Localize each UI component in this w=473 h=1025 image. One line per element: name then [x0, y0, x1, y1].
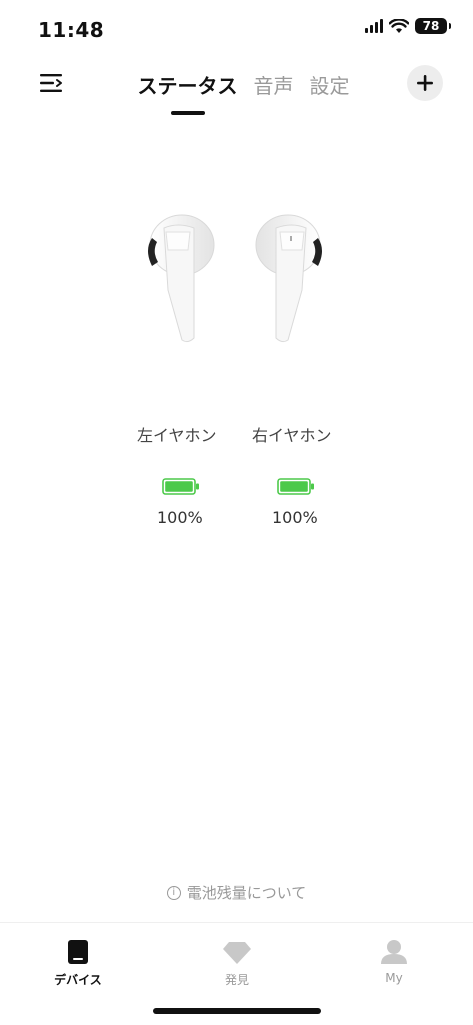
earbuds-illustration: [0, 200, 473, 350]
top-header: ステータス 音声 設定: [0, 60, 473, 115]
right-earbud-image: [255, 214, 322, 343]
tab-bar: ステータス 音声 設定: [0, 70, 473, 115]
wifi-icon: [389, 18, 409, 33]
add-device-button[interactable]: [407, 65, 443, 101]
tab-audio[interactable]: 音声: [254, 70, 294, 113]
device-icon: [68, 940, 88, 964]
battery-indicator: 78: [415, 18, 447, 34]
home-indicator: [153, 1008, 321, 1014]
person-icon: [381, 940, 407, 964]
nav-discover[interactable]: 発見: [197, 935, 277, 988]
nav-discover-label: 発見: [224, 973, 249, 987]
cellular-signal-icon: [365, 19, 383, 33]
tab-settings[interactable]: 設定: [310, 70, 350, 113]
left-battery-percent: 100%: [157, 508, 203, 527]
right-battery-icon: [277, 478, 314, 495]
battery-nub: [449, 23, 451, 29]
battery-info-link[interactable]: i 電池残量について: [0, 882, 473, 903]
right-earbud-label: 右イヤホン: [252, 426, 332, 445]
tab-status[interactable]: ステータス: [138, 70, 238, 115]
plus-icon: [417, 75, 433, 91]
nav-my-label: My: [385, 971, 403, 985]
nav-devices[interactable]: デバイス: [38, 935, 118, 988]
status-bar: 11:48 78: [0, 0, 473, 56]
battery-info-label: 電池残量について: [186, 884, 307, 902]
left-earbud-label: 左イヤホン: [137, 426, 217, 445]
left-earbud-image: [148, 214, 215, 343]
nav-devices-label: デバイス: [54, 973, 102, 987]
diamond-icon: [223, 942, 251, 964]
left-battery-icon: [162, 478, 199, 495]
right-battery-percent: 100%: [272, 508, 318, 527]
info-icon: i: [166, 885, 181, 900]
status-time: 11:48: [38, 18, 105, 42]
status-icons: 78: [365, 18, 451, 34]
nav-my[interactable]: My: [354, 935, 434, 985]
